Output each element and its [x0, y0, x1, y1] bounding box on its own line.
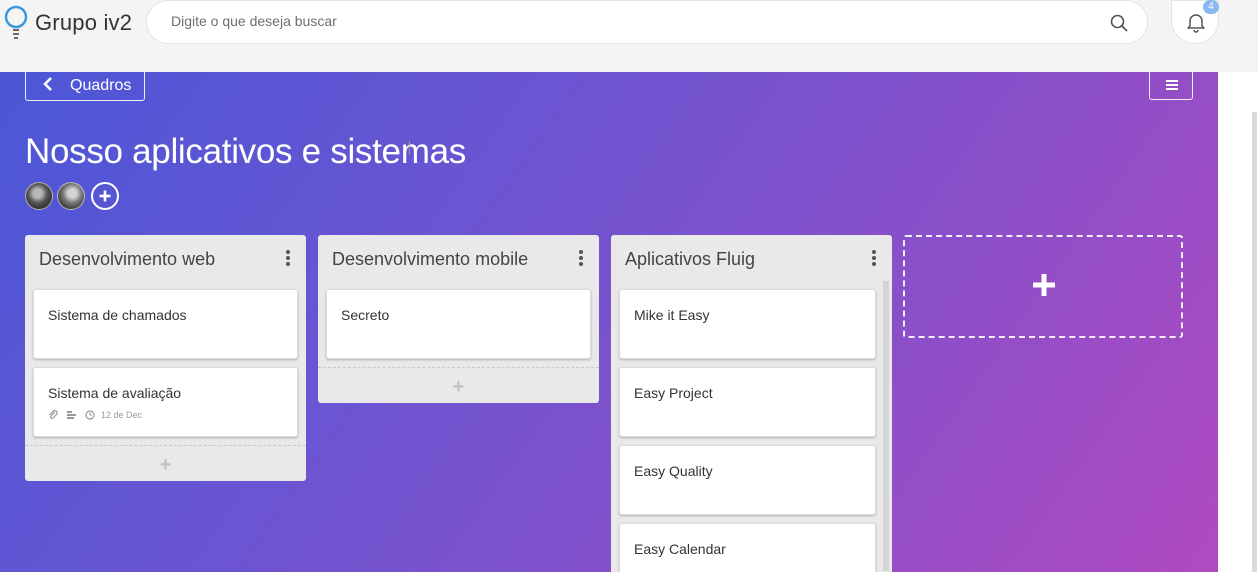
due-date: 12 de Dec: [101, 410, 143, 420]
top-bar: Grupo iv2 4: [0, 0, 1258, 72]
card-title: Sistema de avaliação: [48, 385, 182, 401]
card-title: Secreto: [341, 307, 390, 323]
card-badges: 12 de Dec: [48, 410, 142, 420]
board-members: [25, 182, 119, 210]
card-title: Mike it Easy: [634, 307, 710, 323]
card[interactable]: Secreto: [326, 289, 591, 359]
more-vertical-icon[interactable]: [286, 250, 290, 266]
logo[interactable]: Grupo iv2: [3, 4, 132, 42]
list-header: Desenvolvimento mobile: [318, 235, 599, 287]
notification-count-badge: 4: [1203, 0, 1219, 14]
list-title: Desenvolvimento mobile: [332, 249, 529, 269]
list-aplicativos-fluig: Aplicativos Fluig Mike it Easy Easy Proj…: [611, 235, 892, 572]
text-cursor: [409, 141, 410, 155]
board-area: Quadros Nosso aplicativos e sistemas Des…: [0, 72, 1218, 572]
search-icon[interactable]: [1109, 13, 1129, 33]
back-to-boards-button[interactable]: Quadros: [25, 72, 145, 101]
list-scrollbar[interactable]: [883, 281, 889, 571]
list-title: Aplicativos Fluig: [625, 249, 756, 269]
list-desenvolvimento-web: Desenvolvimento web Sistema de chamados …: [25, 235, 306, 481]
card[interactable]: Easy Quality: [619, 445, 876, 515]
add-card-button[interactable]: +: [318, 367, 599, 403]
page-gutter: [1218, 72, 1258, 572]
list-header: Desenvolvimento web: [25, 235, 306, 287]
board-menu-button[interactable]: [1149, 72, 1193, 100]
add-member-button[interactable]: [91, 182, 119, 210]
list-desenvolvimento-mobile: Desenvolvimento mobile Secreto +: [318, 235, 599, 403]
card-title: Easy Project: [634, 385, 713, 401]
back-button-label: Quadros: [70, 77, 132, 94]
card[interactable]: Sistema de avaliação 12 de Dec: [33, 367, 298, 437]
hamburger-icon: [1166, 80, 1178, 82]
card-title: Easy Calendar: [634, 541, 726, 557]
checklist-icon: [67, 411, 76, 419]
bell-icon: [1185, 11, 1207, 38]
card[interactable]: Mike it Easy: [619, 289, 876, 359]
card[interactable]: Sistema de chamados: [33, 289, 298, 359]
card[interactable]: Easy Project: [619, 367, 876, 437]
add-card-button[interactable]: +: [25, 445, 306, 481]
plus-icon: +: [159, 454, 172, 476]
board-title: Nosso aplicativos e sistemas: [25, 132, 466, 171]
app-name: Grupo iv2: [35, 10, 133, 35]
avatar[interactable]: [57, 182, 85, 210]
avatar[interactable]: [25, 182, 53, 210]
card[interactable]: Easy Calendar: [619, 523, 876, 572]
more-vertical-icon[interactable]: [872, 250, 876, 266]
list-title: Desenvolvimento web: [39, 249, 216, 269]
card-title: Sistema de chamados: [48, 307, 187, 323]
lightbulb-icon: [3, 4, 31, 42]
more-vertical-icon[interactable]: [579, 250, 583, 266]
list-header: Aplicativos Fluig: [611, 235, 892, 287]
clock-icon: [85, 410, 95, 420]
add-list-button[interactable]: [903, 235, 1183, 338]
paperclip-icon: [49, 410, 58, 419]
plus-icon: +: [452, 376, 465, 398]
page-scrollbar[interactable]: [1252, 112, 1257, 572]
chevron-left-icon: [42, 76, 54, 96]
search-input[interactable]: [171, 13, 1071, 29]
card-title: Easy Quality: [634, 463, 713, 479]
search-bar: [146, 0, 1148, 44]
plus-icon: [1033, 274, 1055, 296]
plus-icon: [99, 190, 111, 202]
